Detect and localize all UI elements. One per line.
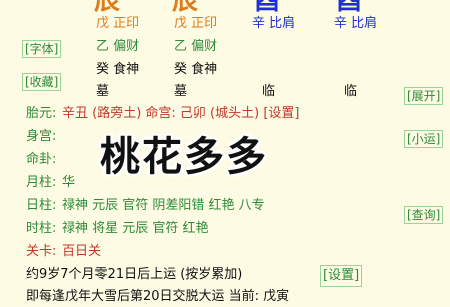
luck-settings-button[interactable]: [设置] [320,265,363,287]
font-button[interactable]: [字体] [22,40,62,58]
row-label-month-pillar: 月柱: [26,175,57,190]
minor-luck-button[interactable]: [小运] [404,130,444,148]
row-label-taiyuan: 胎元: [26,106,57,121]
hour-branch: 酉 [254,0,281,16]
stem-col2-3: 癸 食神 [174,62,218,77]
row-label-guanka: 关卡: [26,244,57,259]
stem-col3-1: 辛 比肩 [252,16,296,31]
luck-transition-text: 即每逢戊年大雪后第20日交脱大运 当前: 戊寅 [26,289,290,304]
row-value-month-pillar: 华 [62,175,76,190]
stem-col1-2: 乙 偏财 [96,39,140,54]
row-label-shengong: 身宫: [26,129,57,144]
stem-col2-4: 墓 [174,84,188,99]
stem-col1-1: 戊 正印 [96,16,140,31]
row-label-minggua: 命卦: [26,152,57,167]
hour-branch-2: 酉 [336,0,363,16]
stem-col1-3: 癸 食神 [96,62,140,77]
collect-button[interactable]: [收藏] [22,73,62,91]
row-value-taiyuan: 辛丑 (路旁土) 命宫: 己卯 (城头土) [设置] [62,106,300,121]
stem-col4-1: 辛 比肩 [334,16,378,31]
overlay-title: 桃花多多 [100,134,268,180]
month-branch: 辰 [94,0,121,16]
stem-col3-2: 临 [262,84,276,99]
row-value-day-pillar: 禄神 元辰 官符 阴差阳错 红艳 八专 [62,198,265,213]
stem-col2-1: 戊 正印 [174,16,218,31]
stem-col4-2: 临 [344,84,358,99]
stem-col2-2: 乙 偏财 [174,39,218,54]
expand-button[interactable]: [展开] [404,87,444,105]
row-value-guanka: 百日关 [62,244,102,259]
row-label-hour-pillar: 时柱: [26,221,57,236]
luck-start-text: 约9岁7个月零21日后上运 (按岁累加) [26,267,243,282]
row-value-hour-pillar: 禄神 将星 元辰 官符 红艳 [62,221,209,236]
row-label-day-pillar: 日柱: [26,198,57,213]
query-button[interactable]: [查询] [404,206,444,224]
day-branch: 辰 [172,0,199,16]
stem-col1-4: 墓 [96,84,110,99]
